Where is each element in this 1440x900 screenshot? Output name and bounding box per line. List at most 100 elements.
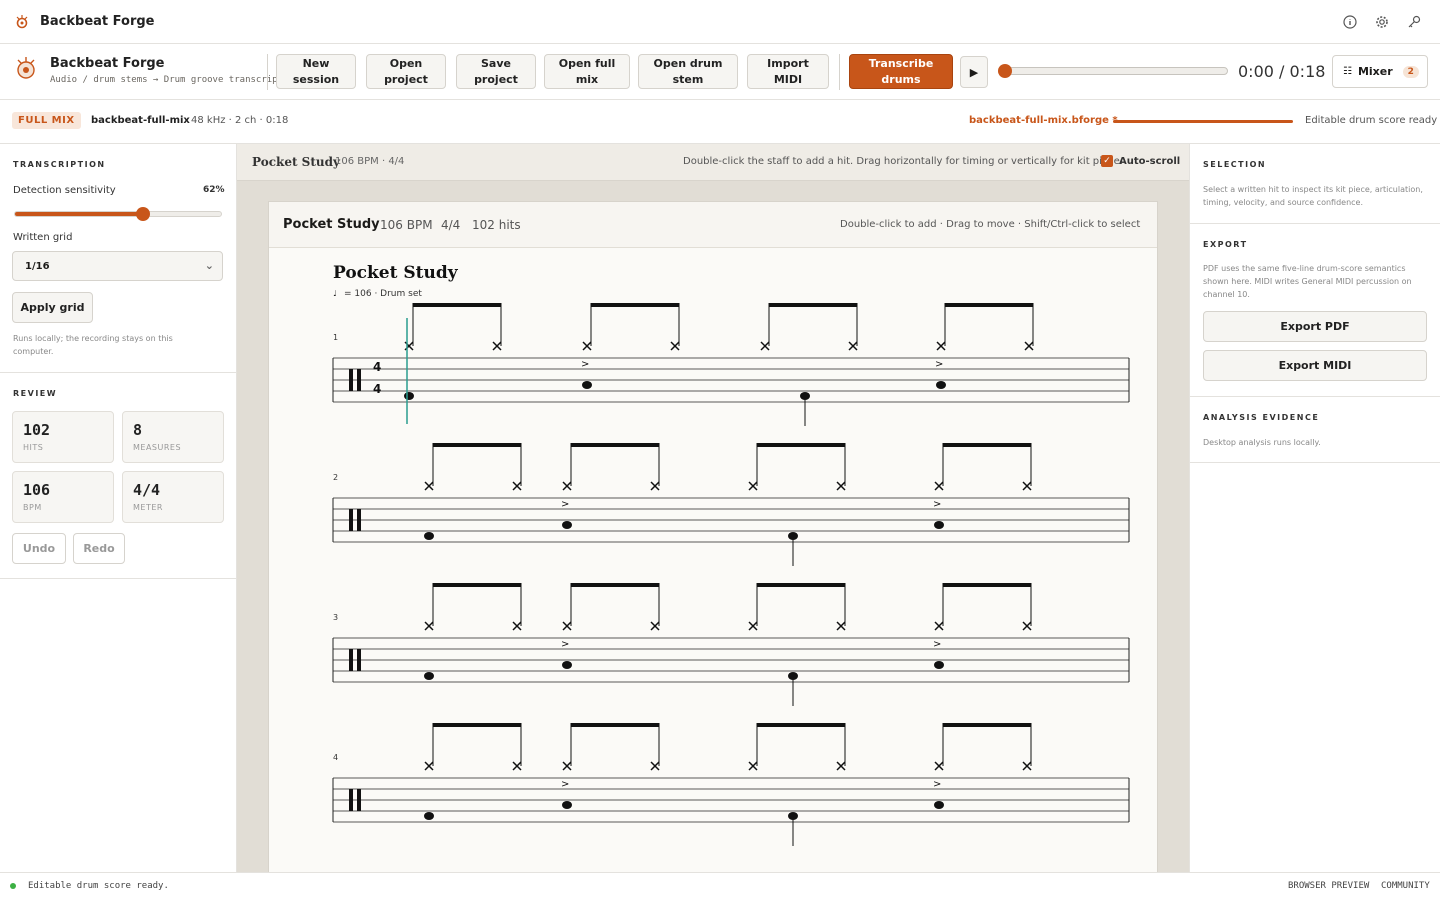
check-icon: ✓	[1101, 155, 1113, 167]
beam	[433, 443, 521, 447]
autoscroll-checkbox[interactable]: ✓ Auto-scroll	[1101, 155, 1180, 167]
export-heading: EXPORT	[1203, 240, 1248, 249]
quarter-note-icon: ♩	[333, 289, 337, 298]
time-signature-bottom: 4	[373, 382, 381, 396]
stat-hits: 102 HITS	[12, 411, 114, 463]
sheet-title: Pocket Study	[283, 217, 380, 232]
accent-mark: >	[933, 639, 941, 650]
mixer-button[interactable]: ☷ Mixer 2	[1332, 55, 1428, 88]
beam	[571, 723, 659, 727]
percussion-clef	[349, 649, 353, 671]
play-icon: ▶	[969, 65, 979, 79]
snare-note	[562, 661, 572, 669]
sheet-bpm: 106 BPM	[380, 218, 433, 232]
beam	[943, 583, 1031, 587]
divider	[1190, 462, 1440, 463]
beam	[571, 443, 659, 447]
new-session-button[interactable]: New session	[276, 54, 356, 89]
project-status: Editable drum score ready	[1305, 115, 1438, 126]
staff-system[interactable]: 2 > >	[332, 443, 1130, 566]
open-full-mix-button[interactable]: Open full mix	[544, 54, 630, 89]
score-title: Pocket Study	[333, 263, 459, 283]
source-meta: 48 kHz · 2 ch · 0:18	[191, 115, 289, 126]
beam	[945, 303, 1033, 307]
beam	[591, 303, 679, 307]
key-icon[interactable]	[1404, 12, 1424, 32]
left-panel: TRANSCRIPTION Detection sensitivity 62% …	[0, 144, 237, 872]
beam	[757, 723, 845, 727]
drum-score[interactable]: Pocket Study ♩ = 106 · Drum set 1 4 4 > >2 > >…	[269, 248, 1157, 872]
score-sheet[interactable]: Pocket Study 106 BPM 4/4 102 hits Double…	[268, 201, 1158, 872]
beam	[571, 583, 659, 587]
brand-name: Backbeat Forge	[50, 56, 165, 71]
gear-icon[interactable]	[1372, 12, 1392, 32]
snare-note	[934, 521, 944, 529]
undo-button[interactable]: Undo	[12, 533, 66, 564]
autoscroll-label: Auto-scroll	[1119, 155, 1181, 167]
source-row: FULL MIX backbeat-full-mix 48 kHz · 2 ch…	[0, 100, 1440, 144]
accent-mark: >	[933, 499, 941, 510]
play-button[interactable]: ▶	[960, 56, 988, 88]
review-heading: REVIEW	[13, 389, 58, 398]
stat-measures: 8 MEASURES	[122, 411, 224, 463]
save-project-button[interactable]: Save project	[456, 54, 536, 89]
sensitivity-handle[interactable]	[135, 207, 150, 221]
accent-mark: >	[561, 499, 569, 510]
open-drum-stem-button[interactable]: Open drum stem	[638, 54, 738, 89]
status-text: Editable drum score ready.	[28, 881, 169, 891]
percussion-clef	[357, 649, 361, 671]
tempo-marking: = 106 · Drum set	[344, 289, 422, 299]
redo-button[interactable]: Redo	[73, 533, 125, 564]
transcription-note: Runs locally; the recording stays on thi…	[13, 334, 173, 356]
sensitivity-label: Detection sensitivity	[13, 185, 116, 196]
transcription-heading: TRANSCRIPTION	[13, 160, 106, 169]
kick-note	[424, 812, 434, 820]
info-icon[interactable]	[1340, 12, 1360, 32]
analysis-text: Desktop analysis runs locally.	[1203, 438, 1321, 447]
sensitivity-slider[interactable]	[14, 207, 222, 221]
score-header-hint: Double-click the staff to add a hit. Dra…	[683, 156, 1123, 167]
status-ok-icon	[10, 883, 16, 889]
window-title: Backbeat Forge	[40, 14, 155, 29]
export-midi-button[interactable]: Export MIDI	[1203, 350, 1427, 381]
accent-mark: >	[561, 779, 569, 790]
transcribe-drums-button[interactable]: Transcribe drums	[849, 54, 953, 89]
beam	[757, 583, 845, 587]
staff-system[interactable]: 1 4 4 > >	[332, 303, 1130, 426]
analysis-heading: ANALYSIS EVIDENCE	[1203, 413, 1320, 422]
measure-number: 1	[333, 333, 338, 342]
community-link[interactable]: COMMUNITY	[1381, 881, 1430, 891]
browser-preview-link[interactable]: BROWSER PREVIEW	[1288, 881, 1369, 891]
export-pdf-button[interactable]: Export PDF	[1203, 311, 1427, 342]
grid-label: Written grid	[13, 232, 73, 243]
beam	[943, 723, 1031, 727]
score-area: Pocket Study 106 BPM · 4/4 Double-click …	[237, 144, 1189, 872]
status-bar: Editable drum score ready. BROWSER PREVI…	[0, 872, 1440, 900]
time-signature-top: 4	[373, 360, 381, 374]
apply-grid-button[interactable]: Apply grid	[12, 292, 93, 323]
staff-system[interactable]: 4 > >	[332, 723, 1130, 846]
project-progress-line	[1113, 120, 1293, 123]
snare-note	[936, 381, 946, 389]
staff-system[interactable]: 3 > >	[332, 583, 1130, 706]
import-midi-button[interactable]: Import MIDI	[747, 54, 829, 89]
beam	[757, 443, 845, 447]
grid-select[interactable]: 1/16 ⌄	[12, 251, 223, 281]
sheet-meter: 4/4	[441, 218, 461, 232]
measure-number: 2	[333, 473, 338, 482]
snare-note	[562, 521, 572, 529]
seek-bar[interactable]	[998, 64, 1228, 78]
open-project-button[interactable]: Open project	[366, 54, 446, 89]
sensitivity-fill	[15, 212, 143, 216]
score-header-title: Pocket Study	[252, 155, 340, 169]
selection-heading: SELECTION	[1203, 160, 1267, 169]
mixer-label: Mixer	[1357, 65, 1393, 78]
percussion-clef	[357, 369, 361, 391]
title-bar: Backbeat Forge	[0, 0, 1440, 44]
score-header: Pocket Study 106 BPM · 4/4 Double-click …	[237, 144, 1189, 181]
divider	[1190, 396, 1440, 397]
seek-handle[interactable]	[998, 64, 1012, 78]
beam	[769, 303, 857, 307]
app-logo-icon	[14, 14, 30, 30]
toolbar-divider	[267, 54, 268, 90]
